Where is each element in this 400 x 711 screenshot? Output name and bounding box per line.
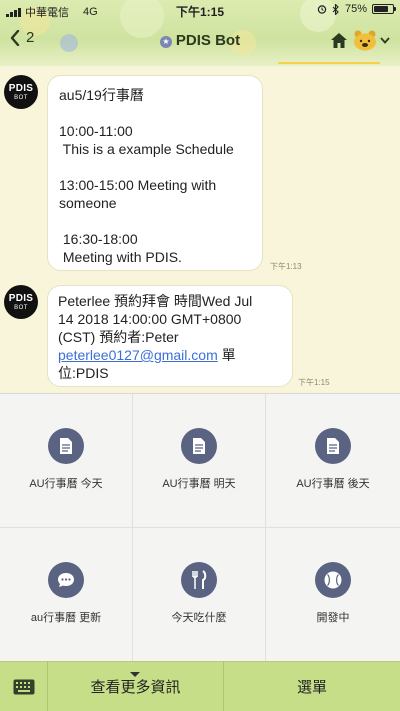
bear-menu-button[interactable] — [352, 29, 390, 51]
message-line: This is a example Schedule — [59, 141, 234, 157]
message-line: (CST) 預約者:Peter — [58, 329, 179, 345]
document-icon — [315, 428, 351, 464]
avatar[interactable]: PDIS BOT — [4, 75, 38, 109]
chat-bubble-icon — [48, 562, 84, 598]
document-icon — [181, 428, 217, 464]
message-line: 位:PDIS — [58, 365, 109, 381]
message-line — [59, 104, 251, 122]
bottom-bar: 查看更多資訊 選單 — [0, 661, 400, 711]
avatar-subtext: BOT — [14, 305, 28, 311]
battery-percent: 75% — [344, 3, 367, 15]
message-line: someone — [59, 195, 117, 211]
message-time: 下午1:13 — [270, 262, 302, 271]
status-bar: 中華電信 4G 下午1:15 75% — [0, 0, 400, 20]
menu-item-label: 開發中 — [316, 612, 350, 624]
more-info-button[interactable]: 查看更多資訊 — [48, 662, 224, 711]
home-icon[interactable] — [330, 32, 348, 49]
message-line: 10:00-11:00 — [59, 123, 133, 139]
menu-button-label: 選單 — [296, 679, 327, 696]
menu-item-label: AU行事曆 明天 — [162, 478, 236, 490]
message-bubble[interactable]: au5/19行事曆 10:00-11:00 This is a example … — [47, 75, 263, 271]
message-line: 14 2018 14:00:00 GMT+0800 — [58, 311, 242, 327]
menu-item-label: au行事曆 更新 — [30, 612, 102, 624]
chat-title-text: PDIS Bot — [175, 32, 241, 49]
keyboard-toggle-button[interactable] — [0, 662, 48, 711]
more-info-label: 查看更多資訊 — [90, 679, 181, 696]
avatar[interactable]: PDIS BOT — [4, 285, 38, 319]
menu-item-label: AU行事曆 後天 — [296, 478, 370, 490]
message-time: 下午1:15 — [298, 378, 330, 387]
avatar-subtext: BOT — [14, 95, 28, 101]
email-link[interactable]: peterlee0127@gmail.com — [58, 347, 218, 363]
baseball-icon — [315, 562, 351, 598]
menu-item-au-today[interactable]: AU行事曆 今天 — [0, 394, 133, 528]
alarm-icon — [317, 5, 327, 14]
battery-icon — [372, 4, 396, 14]
verified-badge-icon: ★ — [159, 36, 172, 48]
message-line: 13:00-15:00 Meeting with — [59, 177, 217, 193]
app-header: 中華電信 4G 下午1:15 75% 2 ★ PDIS Bot — [0, 0, 400, 66]
menu-item-lunch[interactable]: 今天吃什麼 — [133, 528, 266, 662]
menu-item-label: AU行事曆 今天 — [29, 478, 103, 490]
avatar-text: PDIS — [8, 293, 34, 304]
caret-down-icon — [130, 672, 140, 677]
message-line — [59, 158, 251, 176]
message-line: au5/19行事曆 — [59, 87, 144, 103]
chat-area[interactable]: PDIS BOT au5/19行事曆 10:00-11:00 This is a… — [0, 66, 400, 393]
bluetooth-icon — [332, 3, 339, 15]
header-accent — [278, 62, 380, 64]
menu-item-in-development[interactable]: 開發中 — [266, 528, 400, 662]
message-line: Peterlee 預約拜會 時間Wed Jul — [58, 293, 253, 309]
fork-knife-icon — [181, 562, 217, 598]
message-bubble[interactable]: Peterlee 預約拜會 時間Wed Jul 14 2018 14:00:00… — [47, 285, 293, 387]
menu-item-au-day-after[interactable]: AU行事曆 後天 — [266, 394, 400, 528]
rich-menu: AU行事曆 今天 AU行事曆 明天 AU行事曆 後天 au行事曆 更新 今天吃什… — [0, 393, 400, 662]
avatar-text: PDIS — [8, 83, 34, 94]
menu-item-label: 今天吃什麼 — [171, 612, 227, 624]
message-line — [59, 212, 251, 230]
bear-icon — [354, 30, 376, 51]
message-line: Meeting with PDIS. — [59, 249, 182, 265]
message-line: peterlee0127@gmail.com 單 — [58, 346, 282, 364]
message-text: 單 — [217, 347, 236, 363]
document-icon — [48, 428, 84, 464]
menu-button[interactable]: 選單 — [224, 662, 400, 711]
menu-item-au-update[interactable]: au行事曆 更新 — [0, 528, 133, 662]
menu-item-au-tomorrow[interactable]: AU行事曆 明天 — [133, 394, 266, 528]
message-line: 16:30-18:00 — [59, 231, 138, 247]
keyboard-icon — [13, 679, 34, 695]
nav-bar: 2 ★ PDIS Bot — [0, 26, 400, 58]
chevron-down-icon — [380, 36, 390, 44]
